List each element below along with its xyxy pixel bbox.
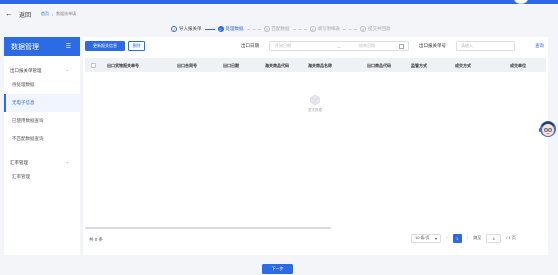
sidebar-title: 数据管理 [11,43,39,51]
step-number: 4 [309,26,316,32]
breadcrumb: 首页 / 数据核单填 [41,11,76,17]
table-header: 出口货物报关单号 出口合同号 出口日期 海关商品代码 海关商品名称 出口商品代码… [85,58,546,72]
chevron-up-icon: ⌃ [65,160,69,166]
header-bar: ← 返回 首页 / 数据核单填 [5,9,76,19]
date-start-placeholder: 开始日期 [275,43,291,48]
customs-no-label: 出口报关单号 [419,43,446,48]
column-header: 海关商品代码 [265,63,289,68]
column-header: 监管方式 [411,63,427,68]
step-2: 2 处理数据 [217,26,244,32]
breadcrumb-home[interactable]: 首页 [41,11,49,17]
step-label: 导入报关单 [179,26,202,31]
page-number[interactable]: 1 [452,233,462,243]
column-header: 出口商品代码 [367,63,391,68]
column-header: 成交方式 [455,63,471,68]
empty-state: 暂无数据 [307,94,323,113]
horizontal-scrollbar[interactable] [85,227,331,229]
step-label: 填写明细表 [317,26,341,31]
menu-collapse-icon[interactable]: ☰ [66,43,71,50]
sidebar-item-pending[interactable]: 待处理数据 [4,76,80,94]
date-end-placeholder: 结束日期 [359,43,375,48]
pagination: 10 条/页 ▾ ‹ 1 › 跳至 1 / 1 页 [411,233,516,243]
update-customs-button[interactable]: 更新报关信息 [85,41,125,51]
step-4: 4 填写明细表 [309,26,341,32]
top-bar [0,0,558,4]
sidebar-item-exchange-rate[interactable]: 汇率管理 [4,168,80,186]
step-connector [246,28,261,30]
column-header: 成交单位 [510,63,526,68]
sidebar-group-label: 汇率管理 [10,160,28,165]
toolbar: 更新报关信息 删除 出口日期 开始日期 — 结束日期 出口报关单号 请输入 查询 [83,40,548,52]
step-connector [343,28,357,30]
calendar-icon [399,43,404,49]
sidebar: 数据管理 ☰ 出口报关单管理 ⌃ 待处理数据 无电子信息 已使用数据查询 不匹配… [4,37,80,255]
total-pages: / 1 页 [506,235,516,240]
export-date-label: 出口日期 [241,43,259,48]
empty-text: 暂无数据 [308,108,322,112]
total-count: 共 0 条 [89,237,104,242]
jump-label: 跳至 [473,235,482,240]
page-size-value: 10 条/页 [415,235,430,240]
page-size-select[interactable]: 10 条/页 ▾ [411,233,441,243]
customs-no-input[interactable]: 请输入 [456,41,515,51]
sidebar-group-label: 出口报关单管理 [10,68,42,73]
step-connector [292,28,307,30]
breadcrumb-current: 数据核单填 [56,11,77,16]
next-step-button[interactable]: 下一步 [262,264,293,274]
step-3: 3 匹配数据 [263,26,290,32]
delete-button[interactable]: 删除 [128,41,145,51]
export-date-range-picker[interactable]: 开始日期 — 结束日期 [269,41,409,51]
next-page-icon[interactable]: › [467,235,469,241]
column-header: 出口合同号 [177,63,197,68]
date-separator: — [337,43,341,49]
sidebar-group-customs[interactable]: 出口报关单管理 ⌃ [4,66,80,76]
data-table: 出口货物报关单号 出口合同号 出口日期 海关商品代码 海关商品名称 出口商品代码… [85,58,546,72]
chevron-down-icon: ▾ [434,235,437,241]
assistant-avatar-icon[interactable] [537,117,557,141]
arrow-left-icon[interactable]: ← [5,10,13,18]
sidebar-item-used-data[interactable]: 已使用数据查询 [4,112,80,130]
empty-box-icon [310,94,320,106]
step-5: 5 提交并回款 [360,26,391,32]
breadcrumb-separator: / [52,11,54,17]
step-label: 处理数据 [225,26,244,31]
prev-page-icon[interactable]: ‹ [446,235,448,241]
query-button[interactable]: 查询 [535,43,544,49]
column-header: 海关商品名称 [308,63,332,68]
step-number: 2 [217,26,224,32]
step-1: ✓ 导入报关单 [171,26,202,32]
check-icon: ✓ [171,26,177,32]
step-connector [204,28,215,30]
step-number: 5 [360,26,366,32]
select-all-checkbox[interactable] [91,62,96,68]
step-number: 3 [263,26,270,32]
step-label: 匹配数据 [271,26,290,31]
stepper: ✓ 导入报关单 2 处理数据 3 匹配数据 4 填写明细表 5 提交并回款 [171,24,391,34]
sidebar-group-exchange[interactable]: 汇率管理 ⌃ [4,158,80,168]
sidebar-item-no-electronic-info[interactable]: 无电子信息 [4,94,80,112]
chevron-up-icon: ⌃ [65,68,69,74]
column-header: 出口日期 [223,63,239,68]
jump-page-input[interactable]: 1 [486,233,502,243]
main-panel: 更新报关信息 删除 出口日期 开始日期 — 结束日期 出口报关单号 请输入 查询… [83,37,548,255]
back-button[interactable]: 返回 [19,10,31,19]
step-label: 提交并回款 [368,26,391,31]
column-header: 出口货物报关单号 [107,63,139,68]
sidebar-header: 数据管理 ☰ [4,37,80,56]
sidebar-item-unmatched-data[interactable]: 不匹配数据查询 [4,130,80,148]
